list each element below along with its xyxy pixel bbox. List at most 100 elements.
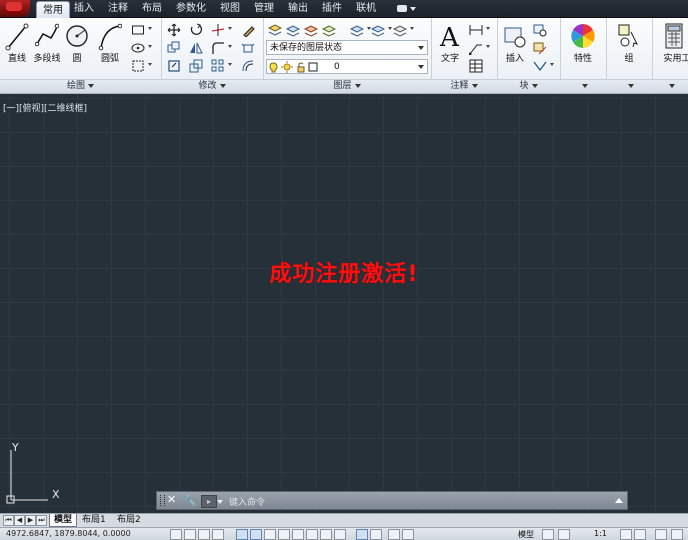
command-line[interactable]: ✕ 🔧 ▸ 键入命令 [156, 491, 628, 510]
utilities-button[interactable]: 实用工 [660, 20, 688, 70]
tab-home[interactable]: 常用 [36, 1, 70, 18]
infer-constraints-icon[interactable] [170, 529, 182, 540]
selection-cycling-icon[interactable] [370, 529, 382, 540]
drawing-viewport[interactable]: [一][俯视][二维线框] 成功注册激活! Y X ✕ 🔧 ▸ 键入命令 [0, 94, 688, 514]
dynamic-ucs-icon[interactable] [292, 529, 304, 540]
transparency-icon[interactable] [334, 529, 346, 540]
tab-online[interactable]: 联机 [352, 0, 380, 17]
last-layout-icon[interactable]: ⏭ [36, 515, 47, 526]
tab-plugins[interactable]: 插件 [318, 0, 346, 17]
layer-combo[interactable]: 0 [266, 59, 428, 74]
scale-tool-button[interactable] [189, 58, 203, 73]
block-panel-title[interactable]: 块 [497, 79, 560, 93]
layer-isolate-button[interactable] [349, 22, 371, 37]
mirror-tool-button[interactable] [189, 40, 203, 54]
tab-layout1[interactable]: 布局1 [78, 514, 110, 526]
tab-view[interactable]: 视图 [216, 0, 244, 17]
annotation-panel-title[interactable]: 注释 [431, 79, 497, 93]
lineweight-icon[interactable] [320, 529, 332, 540]
prompt-icon[interactable]: ▸ [201, 495, 217, 508]
quick-properties-icon[interactable] [356, 529, 368, 540]
command-input[interactable]: 键入命令 [229, 495, 265, 508]
ribbon-display-toggle[interactable] [392, 3, 418, 14]
text-tool-button[interactable]: A 文字 [435, 20, 465, 70]
workspace-switching-icon[interactable] [655, 529, 667, 540]
layer-state-combo[interactable]: 未保存的图层状态 [266, 40, 428, 55]
utilities-panel: 实用工 [652, 18, 688, 93]
create-block-button[interactable] [533, 22, 547, 37]
object-snap-icon[interactable] [250, 529, 262, 540]
edit-block-button[interactable] [533, 40, 547, 55]
command-line-grip[interactable] [160, 495, 165, 506]
layer-previous-button[interactable] [321, 22, 337, 37]
tab-model[interactable]: 模型 [49, 514, 78, 527]
table-tool-button[interactable] [469, 58, 483, 73]
annotation-visibility-icon[interactable] [620, 529, 632, 540]
hatch-tool-button[interactable] [131, 40, 152, 54]
quick-view-layouts-icon[interactable] [542, 529, 554, 540]
edit-attributes-button[interactable] [533, 58, 554, 72]
dynamic-input-icon[interactable] [306, 529, 318, 540]
tab-output[interactable]: 输出 [284, 0, 312, 17]
toolbar-lock-icon[interactable] [671, 529, 683, 540]
rectangle-tool-button[interactable] [131, 22, 152, 36]
polar-tracking-icon[interactable] [236, 529, 248, 540]
isolate-objects-icon[interactable] [402, 529, 414, 540]
auto-scale-icon[interactable] [634, 529, 646, 540]
fillet-tool-button[interactable] [211, 40, 232, 54]
layer-state-button[interactable] [285, 22, 301, 37]
tab-layout2[interactable]: 布局2 [113, 514, 145, 526]
layer-unisolate-button[interactable] [370, 22, 392, 37]
tab-parametric[interactable]: 参数化 [172, 0, 210, 17]
viewport-controls-label[interactable]: [一][俯视][二维线框] [3, 101, 87, 114]
wrench-icon[interactable]: 🔧 [183, 494, 197, 507]
rotate-tool-button[interactable] [189, 22, 203, 36]
circle-tool-button[interactable]: 圆 [62, 20, 92, 70]
object-snap-tracking-icon[interactable] [278, 529, 290, 540]
close-icon[interactable]: ✕ [167, 493, 176, 506]
annotation-scale[interactable]: 1:1 [594, 529, 607, 538]
tab-layout[interactable]: 布局 [138, 0, 166, 17]
layers-panel-title[interactable]: 图层 [263, 79, 431, 93]
tab-manage[interactable]: 管理 [250, 0, 278, 17]
gradient-tool-button[interactable] [131, 58, 152, 72]
quick-view-drawings-icon[interactable] [558, 529, 570, 540]
tab-annotate[interactable]: 注释 [104, 0, 132, 17]
chevron-down-icon[interactable] [217, 500, 223, 504]
group-panel-title[interactable] [606, 79, 652, 93]
layer-properties-button[interactable] [267, 22, 283, 36]
previous-layout-icon[interactable]: ◀ [14, 515, 25, 526]
layer-match-button[interactable] [303, 22, 319, 37]
application-menu-button[interactable] [0, 0, 30, 17]
snap-mode-icon[interactable] [184, 529, 196, 540]
group-button[interactable]: 组 [614, 20, 644, 70]
trim-tool-button[interactable] [211, 22, 232, 36]
draw-panel-title[interactable]: 绘图 [0, 79, 161, 93]
annotation-monitor-icon[interactable] [388, 529, 400, 540]
array-tool-button[interactable] [211, 58, 232, 72]
modify-panel-title[interactable]: 修改 [161, 79, 263, 93]
erase-tool-button[interactable] [241, 22, 255, 38]
first-layout-icon[interactable]: ⏮ [3, 515, 14, 526]
arc-tool-button[interactable]: 圆弧 [95, 20, 125, 70]
properties-button[interactable]: 特性 [568, 20, 598, 70]
tab-insert[interactable]: 插入 [70, 0, 98, 17]
leader-tool-button[interactable] [468, 40, 490, 56]
stretch-tool-button[interactable] [167, 58, 181, 72]
next-layout-icon[interactable]: ▶ [25, 515, 36, 526]
layer-off-button[interactable] [392, 22, 414, 37]
3d-object-snap-icon[interactable] [264, 529, 276, 540]
offset-tool-button[interactable] [241, 58, 255, 72]
model-space-label[interactable]: 模型 [518, 529, 534, 540]
copy-tool-button[interactable] [167, 40, 181, 54]
insert-block-button[interactable]: 插入 [500, 20, 530, 70]
grid-display-icon[interactable] [198, 529, 210, 540]
properties-panel-title[interactable] [560, 79, 606, 93]
move-tool-button[interactable] [167, 22, 181, 37]
explode-tool-button[interactable] [241, 40, 255, 54]
coordinate-readout[interactable]: 4972.6847, 1879.8044, 0.0000 [6, 529, 131, 538]
utilities-panel-title[interactable] [652, 79, 688, 93]
dimension-tool-button[interactable] [469, 22, 490, 36]
ortho-mode-icon[interactable] [212, 529, 224, 540]
chevron-up-icon[interactable] [615, 498, 623, 503]
